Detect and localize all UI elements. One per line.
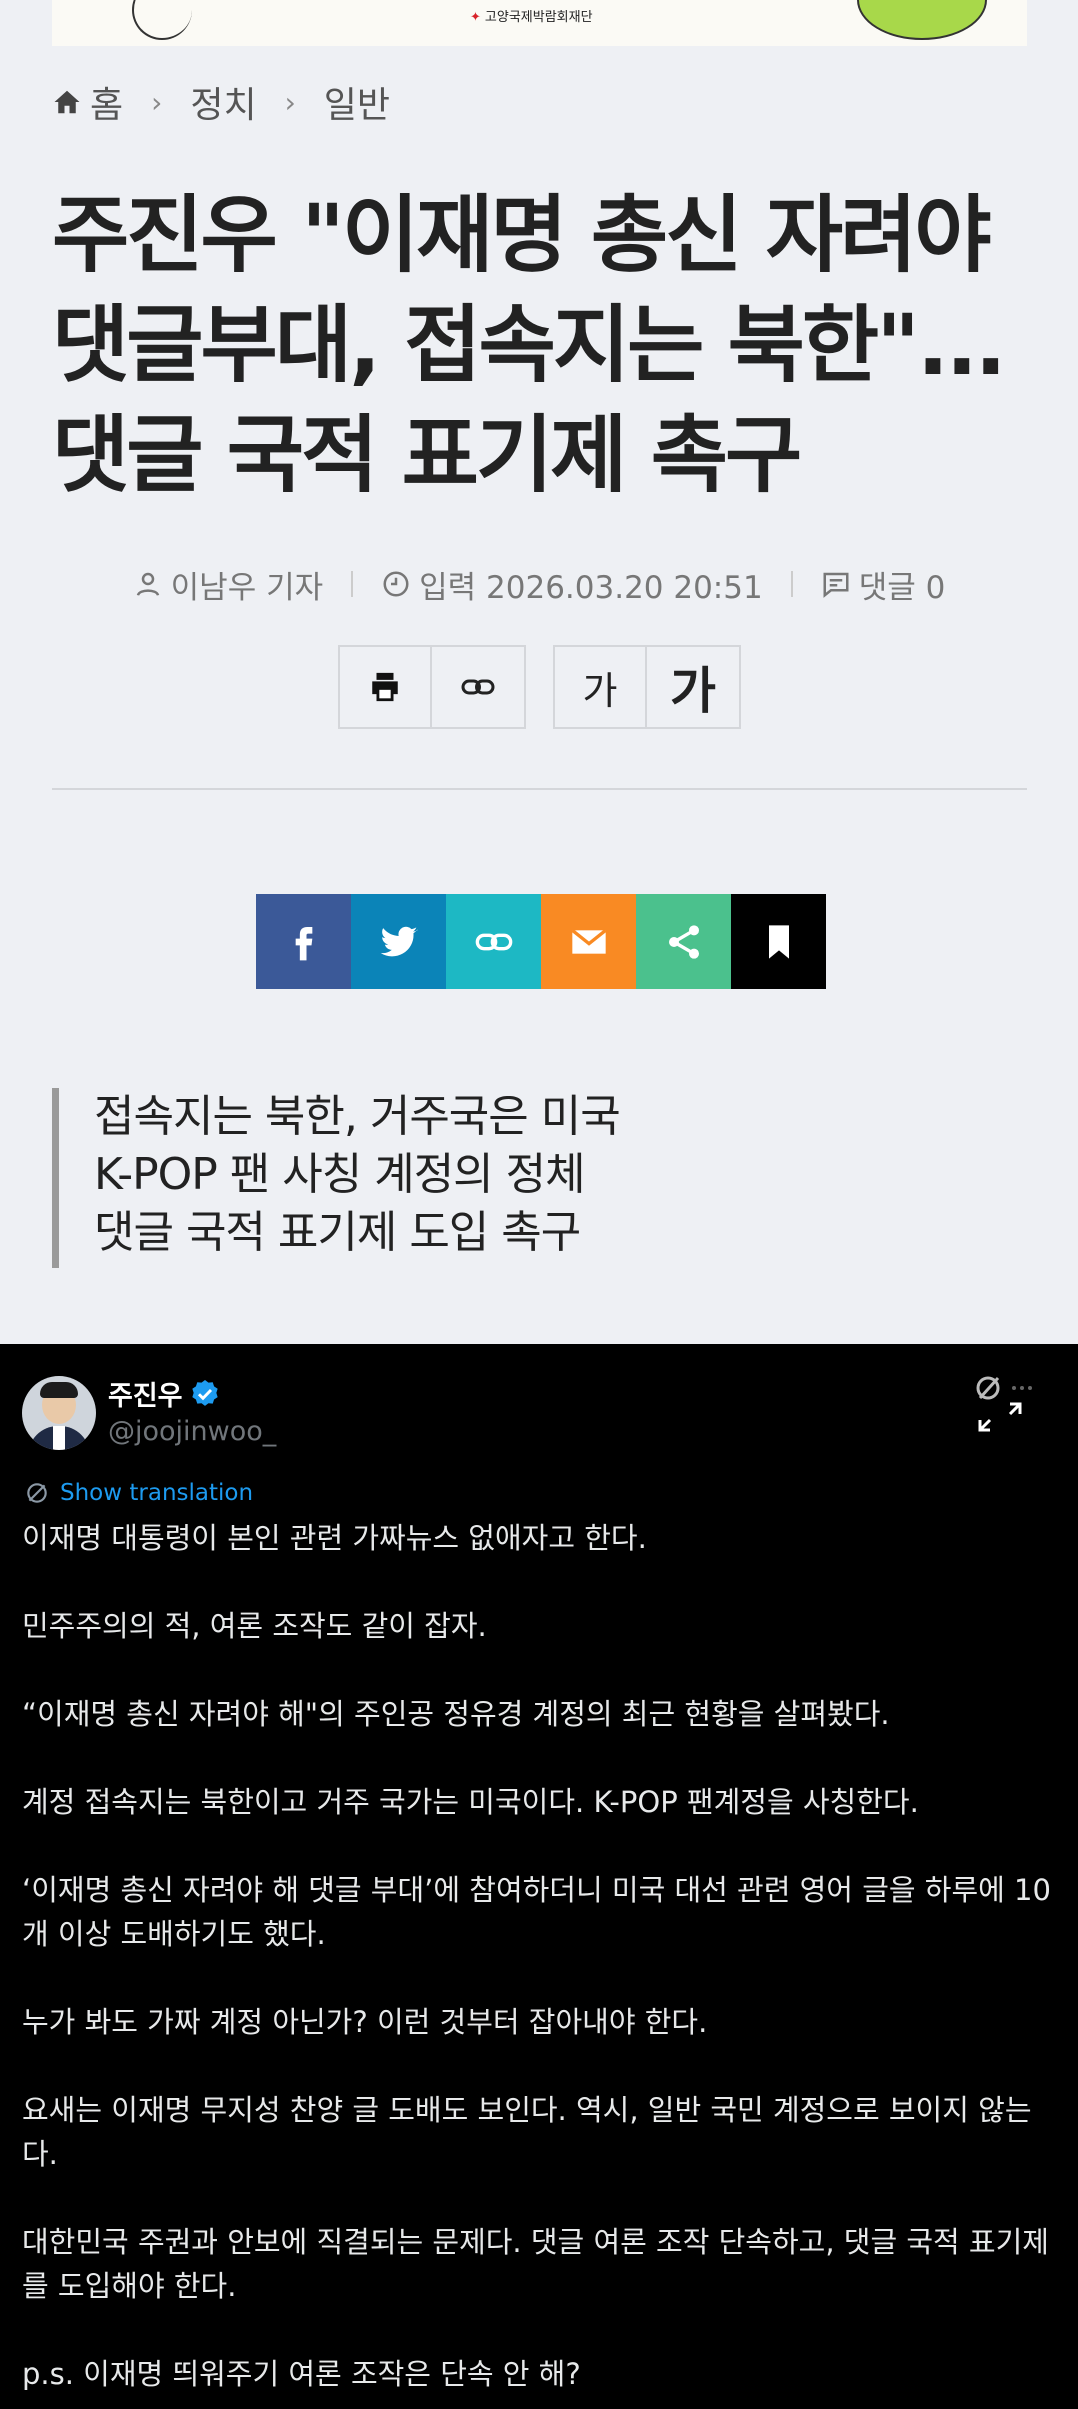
link-icon <box>461 679 495 695</box>
expand-icon[interactable] <box>970 1374 1040 1434</box>
chevron-right-icon: › <box>284 85 296 119</box>
facebook-share-button[interactable] <box>256 894 351 989</box>
show-translation-link[interactable]: Show translation <box>24 1480 253 1506</box>
breadcrumb: 홈 › 정치 › 일반 <box>52 80 390 126</box>
tweet-paragraph: 민주주의의 적, 여론 조작도 같이 잡자. <box>22 1609 487 1643</box>
meta-divider <box>790 571 793 597</box>
twitter-icon <box>380 926 417 956</box>
email-share-button[interactable] <box>541 894 636 989</box>
tweet-author: 주진우 <box>108 1374 221 1413</box>
tweet-author-name[interactable]: 주진우 <box>108 1374 183 1413</box>
breadcrumb-subsection[interactable]: 일반 <box>324 76 390 128</box>
home-icon[interactable] <box>52 87 82 117</box>
tweet-paragraph: 이재명 대통령이 본인 관련 가짜뉴스 없애자고 한다. <box>22 1521 647 1555</box>
link-share-button[interactable] <box>446 894 541 989</box>
article-meta: 이남우 기자 입력 2026.03.20 20:51 댓글 0 <box>0 560 1078 608</box>
tweet-paragraph: 계정 접속지는 북한이고 거주 국가는 미국이다. K-POP 팬계정을 사칭한… <box>22 1785 919 1819</box>
divider <box>52 788 1027 790</box>
comment-info[interactable]: 댓글 0 <box>821 562 946 607</box>
tweet-paragraph: 대한민국 주권과 안보에 직결되는 문제다. 댓글 여론 조작 단속하고, 댓글… <box>22 2225 1049 2303</box>
more-share-button[interactable] <box>636 894 731 989</box>
breadcrumb-section[interactable]: 정치 <box>190 76 256 128</box>
banner-leaf-graphic <box>857 0 987 40</box>
show-translation-label[interactable]: Show translation <box>60 1480 253 1506</box>
person-icon <box>136 572 159 596</box>
print-icon <box>372 672 398 702</box>
summary-line: 접속지는 북한, 거주국은 미국 <box>94 1091 621 1142</box>
tweet-paragraph: 누가 봐도 가짜 계정 아닌가? 이런 것부터 잡아내야 한다. <box>22 2005 708 2039</box>
print-button[interactable] <box>340 647 432 727</box>
verified-badge-icon <box>191 1379 218 1406</box>
avatar[interactable] <box>22 1376 96 1450</box>
summary-line: 댓글 국적 표기제 도입 촉구 <box>94 1207 581 1258</box>
top-banner[interactable]: ✦ 고양국제박람회재단 <box>52 0 1027 46</box>
facebook-icon <box>295 926 312 960</box>
banner-logo-mark: ✦ <box>470 10 481 25</box>
tweet-paragraph: ‘이재명 총신 자려야 해 댓글 부대’에 참여하더니 미국 대선 관련 영어 … <box>22 1873 1051 1951</box>
publish-date: 입력 2026.03.20 20:51 <box>419 569 763 606</box>
article-summary: 접속지는 북한, 거주국은 미국 K-POP 팬 사칭 계정의 정체 댓글 국적… <box>52 1088 621 1268</box>
bookmark-icon <box>768 924 789 959</box>
author-info: 이남우 기자 <box>133 562 323 607</box>
banner-logo: ✦ 고양국제박람회재단 <box>470 6 593 25</box>
twitter-share-button[interactable] <box>351 894 446 989</box>
mail-icon <box>570 928 607 954</box>
comment-icon <box>823 572 849 598</box>
font-decrease-button[interactable]: 가 <box>555 647 647 727</box>
tweet-body: 이재명 대통령이 본인 관련 가짜뉴스 없애자고 한다. 민주주의의 적, 여론… <box>22 1516 1062 2409</box>
meta-divider <box>351 571 354 597</box>
article-title: 주진우 "이재명 총신 자려야 댓글부대, 접속지는 북한"...댓글 국적 표… <box>52 186 1007 504</box>
comment-count[interactable]: 댓글 0 <box>859 562 946 607</box>
share-bar <box>256 894 826 989</box>
copy-link-button[interactable] <box>432 647 524 727</box>
font-size-group: 가 가 <box>553 645 741 729</box>
banner-logo-text: 고양국제박람회재단 <box>484 10 593 25</box>
font-increase-button[interactable]: 가 <box>647 647 739 727</box>
author-name[interactable]: 이남우 기자 <box>171 562 323 607</box>
print-link-group <box>338 645 526 729</box>
tweet-handle[interactable]: @joojinwoo_ <box>108 1416 276 1447</box>
translate-icon <box>27 1483 47 1503</box>
bookmark-button[interactable] <box>731 894 826 989</box>
tweet-paragraph: 요새는 이재명 무지성 찬양 글 도배도 보인다. 역시, 일반 국민 계정으로… <box>22 2093 1032 2171</box>
breadcrumb-home[interactable]: 홈 <box>90 76 123 128</box>
chevron-right-icon: › <box>151 85 163 119</box>
clock-icon <box>383 571 409 597</box>
banner-decoration <box>132 0 192 40</box>
tweet-paragraph: “이재명 총신 자려야 해"의 주인공 정유경 계정의 최근 현황을 살펴봤다. <box>22 1697 890 1731</box>
share-icon <box>668 924 699 959</box>
tweet-paragraph: p.s. 이재명 띄워주기 여론 조작은 단속 안 해? <box>22 2357 581 2391</box>
link-icon <box>475 933 512 950</box>
summary-line: K-POP 팬 사칭 계정의 정체 <box>94 1149 586 1200</box>
embedded-tweet: 주진우 @joojinwoo_ Show translation 이재명 대통령… <box>0 1344 1078 2409</box>
date-info: 입력 2026.03.20 20:51 <box>381 562 763 607</box>
